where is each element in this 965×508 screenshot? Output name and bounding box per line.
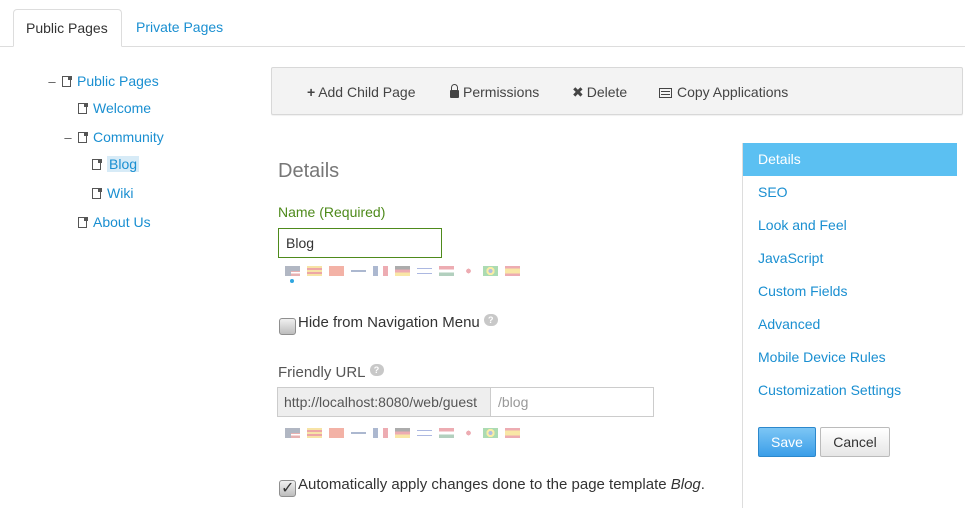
tree-node-label[interactable]: Community (93, 129, 164, 145)
fi-flag-icon[interactable] (351, 428, 366, 438)
question-icon[interactable]: ? (483, 314, 498, 326)
lock-icon (450, 84, 459, 98)
page-icon (92, 158, 102, 170)
tree-node-community[interactable]: – Community (62, 127, 164, 148)
ja-flag-icon[interactable] (461, 428, 476, 438)
hide-from-navigation-text: Hide from Navigation Menu (298, 314, 480, 331)
selected-language-indicator (290, 279, 294, 283)
ca-es-flag-icon[interactable] (307, 266, 322, 276)
fi-flag-icon[interactable] (351, 266, 366, 276)
permissions-button[interactable]: Permissions (450, 82, 539, 102)
tab-private-pages[interactable]: Private Pages (124, 9, 235, 47)
add-child-page-label: Add Child Page (318, 84, 416, 100)
auto-apply-suffix: . (700, 476, 705, 493)
auto-apply-template-label: Automatically apply changes done to the … (298, 476, 705, 493)
zh-flag-icon[interactable] (329, 428, 344, 438)
hu-flag-icon[interactable] (439, 428, 454, 438)
friendly-url-input[interactable] (490, 387, 654, 417)
save-button[interactable]: Save (758, 427, 816, 457)
copy-applications-label: Copy Applications (677, 84, 789, 100)
zh-flag-icon[interactable] (329, 266, 344, 276)
tree-node-blog[interactable]: Blog (88, 154, 140, 174)
plus-icon: + (307, 84, 316, 100)
ca-es-flag-icon[interactable] (307, 428, 322, 438)
add-child-page-button[interactable]: + Add Child Page (307, 82, 415, 102)
nav-advanced[interactable]: Advanced (743, 308, 957, 341)
auto-apply-template-checkbox[interactable] (279, 478, 296, 498)
tree-node-label[interactable]: Blog (107, 156, 140, 172)
nav-customization-settings[interactable]: Customization Settings (743, 374, 957, 407)
friendly-url-text: Friendly URL (278, 364, 366, 381)
permissions-label: Permissions (463, 84, 540, 100)
copy-applications-button[interactable]: Copy Applications (659, 82, 788, 102)
hide-from-navigation-checkbox[interactable] (279, 318, 296, 335)
nav-custom-fields[interactable]: Custom Fields (743, 275, 957, 308)
tree-node-public-pages[interactable]: – Public Pages (46, 71, 159, 92)
tree-node-label[interactable]: About Us (93, 214, 151, 230)
page-type-tabs: Public Pages Private Pages (0, 0, 965, 47)
tree-node-about-us[interactable]: About Us (74, 212, 151, 232)
nav-mobile-device-rules[interactable]: Mobile Device Rules (743, 341, 957, 374)
fr-flag-icon[interactable] (373, 266, 388, 276)
friendly-url-label: Friendly URL? (278, 364, 384, 381)
question-icon[interactable]: ? (369, 364, 384, 376)
cancel-button[interactable]: Cancel (820, 427, 890, 457)
collapse-icon[interactable]: – (62, 128, 74, 148)
tree-node-label[interactable]: Wiki (107, 185, 133, 201)
page-icon (78, 131, 88, 143)
es-flag-icon[interactable] (505, 266, 520, 276)
de-flag-icon[interactable] (395, 266, 410, 276)
nav-look-and-feel[interactable]: Look and Feel (743, 209, 957, 242)
list-icon (659, 88, 672, 98)
de-flag-icon[interactable] (395, 428, 410, 438)
page-icon (78, 216, 88, 228)
us-flag-icon[interactable] (285, 266, 300, 276)
tree-node-label[interactable]: Welcome (93, 100, 151, 116)
collapse-icon[interactable]: – (46, 72, 58, 92)
times-icon: ✖ (572, 84, 584, 100)
tree-node-label[interactable]: Public Pages (77, 73, 159, 89)
tab-public-pages[interactable]: Public Pages (13, 9, 122, 47)
nav-javascript[interactable]: JavaScript (743, 242, 957, 275)
pt-br-flag-icon[interactable] (483, 428, 498, 438)
name-language-flags (285, 266, 527, 280)
url-language-flags (285, 428, 527, 442)
nav-seo[interactable]: SEO (743, 176, 957, 209)
hu-flag-icon[interactable] (439, 266, 454, 276)
fr-flag-icon[interactable] (373, 428, 388, 438)
nav-details[interactable]: Details (743, 143, 957, 176)
auto-apply-text: Automatically apply changes done to the … (298, 476, 671, 493)
page-icon (92, 187, 102, 199)
name-label: Name (Required) (278, 204, 386, 220)
page-icon (62, 75, 72, 87)
page-toolbar: + Add Child Page Permissions ✖ Delete Copy… (271, 67, 963, 115)
template-name: Blog (670, 476, 701, 493)
delete-label: Delete (586, 84, 628, 100)
tree-node-welcome[interactable]: Welcome (74, 98, 151, 118)
he-flag-icon[interactable] (417, 428, 432, 438)
es-flag-icon[interactable] (505, 428, 520, 438)
hide-from-navigation-label: Hide from Navigation Menu? (298, 314, 498, 331)
tree-node-wiki[interactable]: Wiki (88, 183, 133, 203)
friendly-url-prefix: http://localhost:8080/web/guest (277, 387, 491, 417)
page-icon (78, 102, 88, 114)
delete-button[interactable]: ✖ Delete (572, 82, 627, 102)
he-flag-icon[interactable] (417, 266, 432, 276)
ja-flag-icon[interactable] (461, 266, 476, 276)
name-input[interactable] (278, 228, 442, 258)
section-title: Details (278, 160, 340, 182)
us-flag-icon[interactable] (285, 428, 300, 438)
pt-br-flag-icon[interactable] (483, 266, 498, 276)
